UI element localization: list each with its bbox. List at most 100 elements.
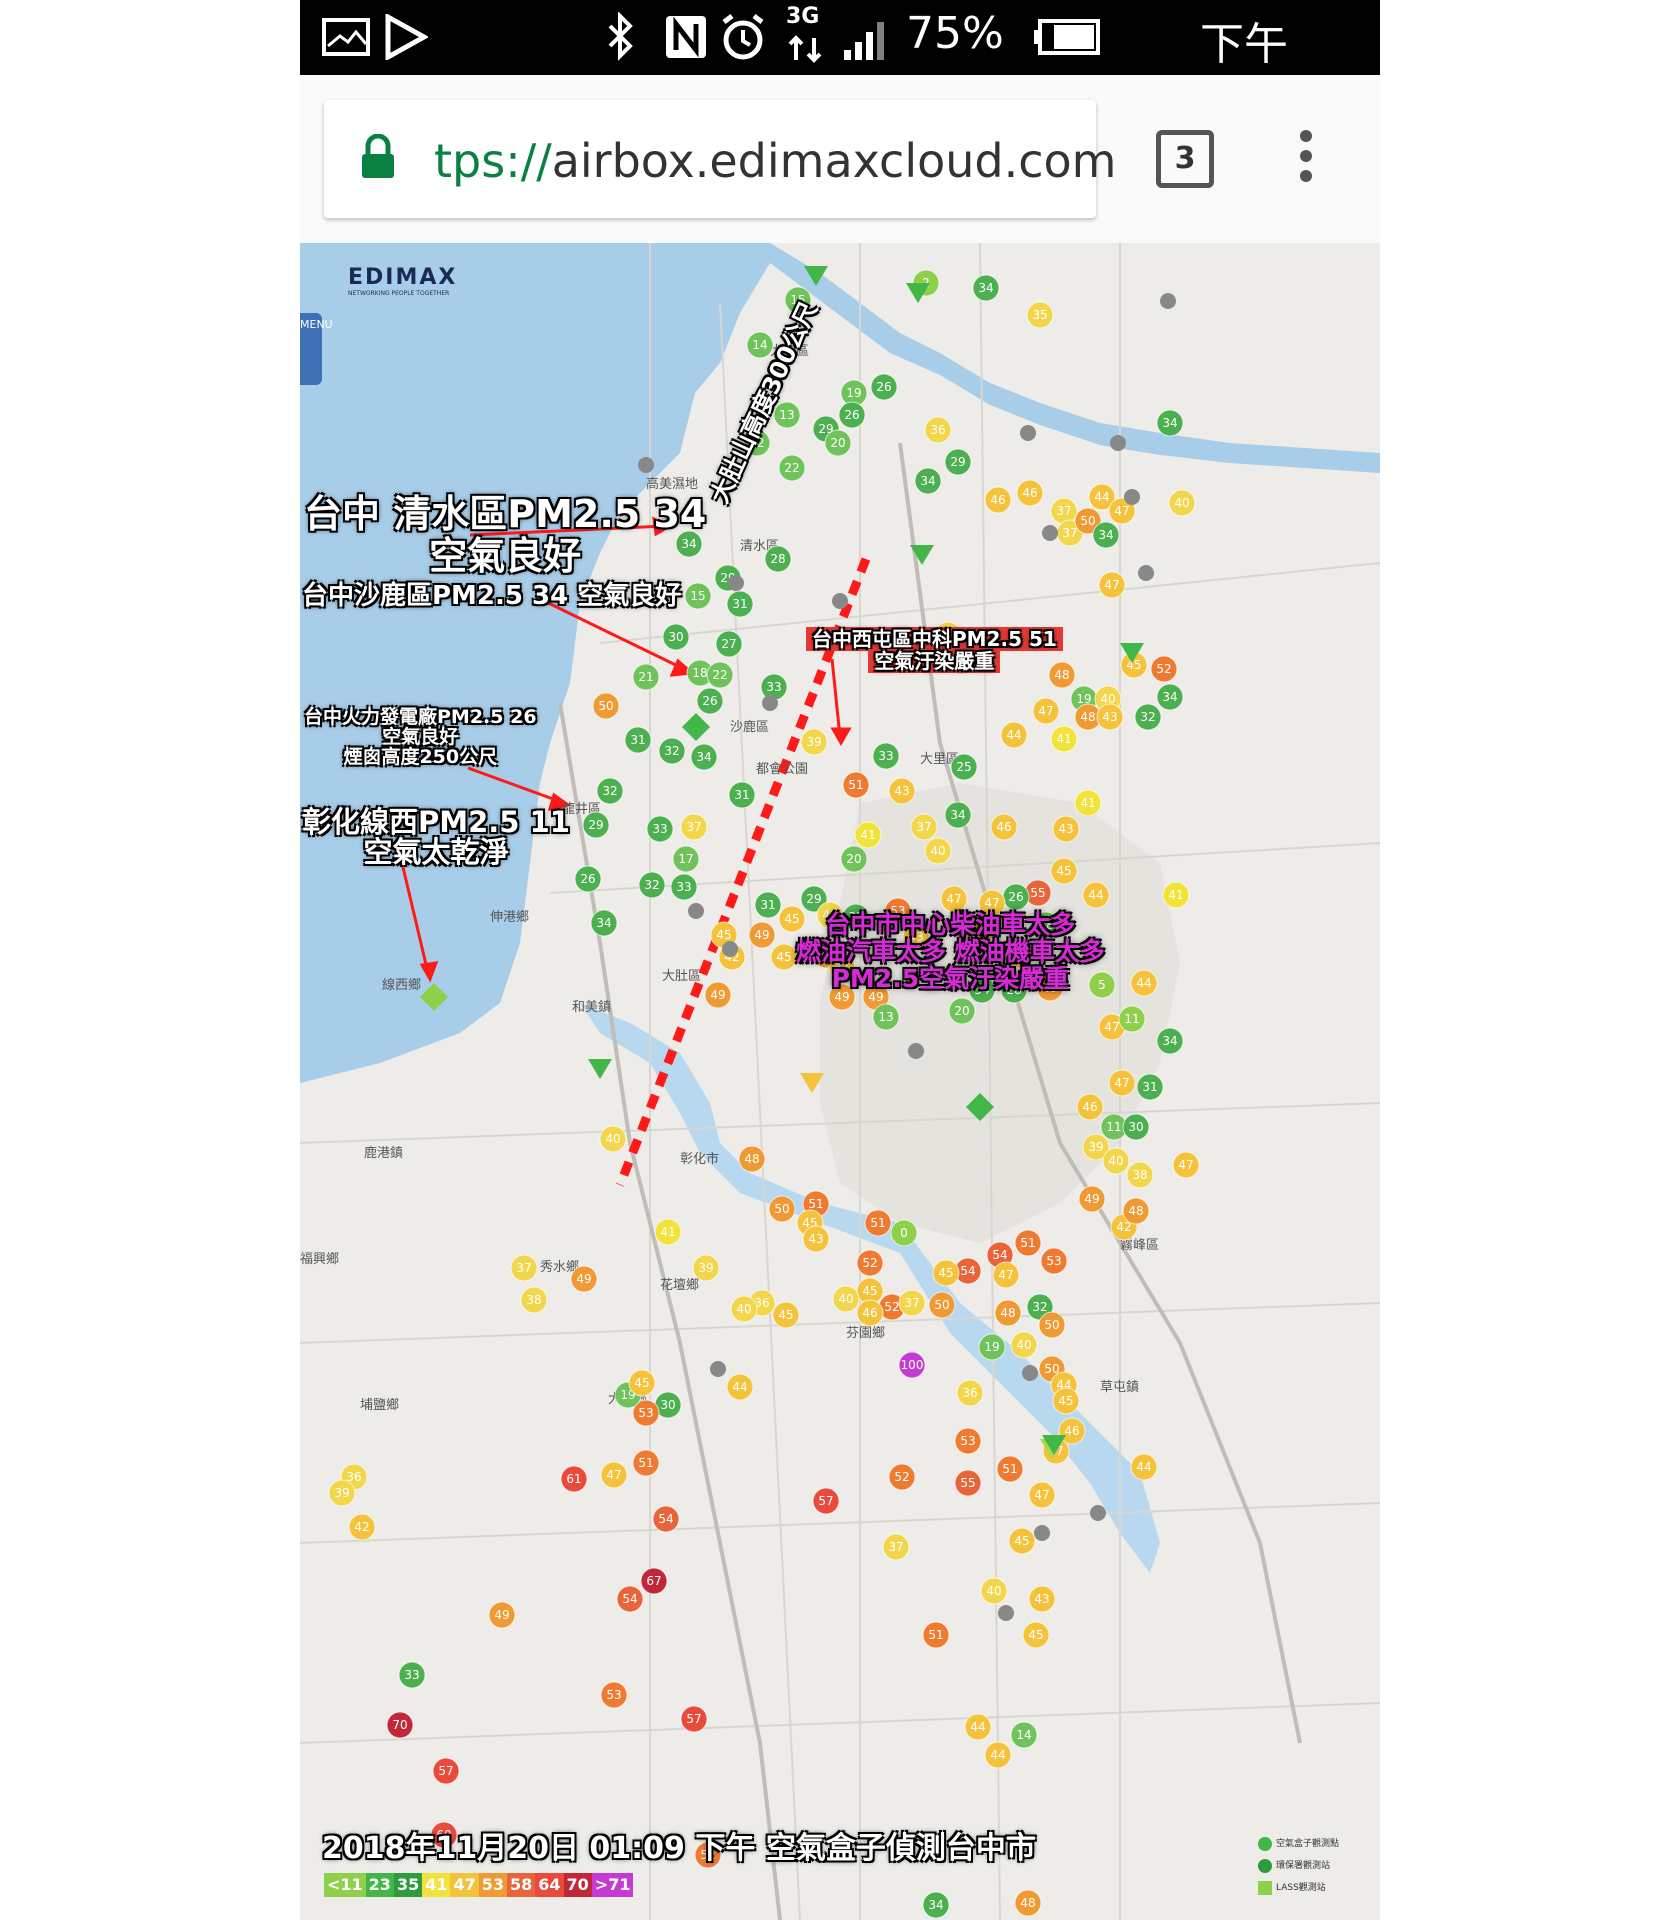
station-marker[interactable]: 44 [1000,721,1028,749]
station-marker[interactable]: 40 [980,1577,1008,1605]
station-marker[interactable]: 44 [726,1373,754,1401]
station-marker[interactable]: 40 [730,1295,758,1323]
station-marker[interactable]: 34 [972,274,1000,302]
station-marker[interactable]: 45 [932,1259,960,1287]
station-marker[interactable]: 53 [954,1427,982,1455]
station-marker[interactable]: 15 [684,582,712,610]
station-marker[interactable]: 0 [890,1219,918,1247]
station-marker[interactable]: 31 [728,781,756,809]
station-marker[interactable]: 53 [1040,1247,1068,1275]
station-marker[interactable]: 57 [812,1487,840,1515]
station-marker[interactable]: 47 [992,1261,1020,1289]
station-marker[interactable]: 45 [1008,1527,1036,1555]
station-marker[interactable]: 32 [658,737,686,765]
station-marker[interactable]: 20 [948,997,976,1025]
tab-switcher-button[interactable]: 3 [1156,130,1214,188]
station-marker[interactable]: 26 [838,401,866,429]
station-marker[interactable]: 47 [1028,1481,1056,1509]
station-marker[interactable]: 43 [1052,815,1080,843]
station-marker[interactable]: 45 [1022,1621,1050,1649]
station-marker[interactable]: 44 [984,1741,1012,1769]
station-marker[interactable]: 34 [914,467,942,495]
station-marker[interactable]: 39 [800,728,828,756]
station-marker[interactable]: 20 [840,845,868,873]
station-marker[interactable]: 29 [582,811,610,839]
station-marker[interactable]: 46 [984,486,1012,514]
station-marker[interactable]: 34 [922,1891,950,1919]
station-marker[interactable]: 49 [748,921,776,949]
station-marker[interactable]: 38 [1126,1161,1154,1189]
station-marker[interactable]: 25 [950,753,978,781]
station-marker[interactable]: 43 [1028,1585,1056,1613]
station-marker[interactable]: 46 [1076,1093,1104,1121]
station-marker[interactable]: 34 [1156,683,1184,711]
station-marker[interactable]: 48 [1014,1889,1042,1917]
station-marker[interactable]: 33 [670,873,698,901]
station-marker[interactable]: 29 [944,448,972,476]
station-marker[interactable]: 43 [1096,703,1124,731]
station-marker[interactable]: 51 [996,1455,1024,1483]
station-marker[interactable]: 52 [856,1249,884,1277]
air-quality-map[interactable]: 大安區高美濕地清水區沙鹿區龍井區伸港鄉線西鄉和美鎮鹿港鎮彰化市秀水鄉花壇鄉大村鄉… [300,243,1380,1920]
station-marker[interactable]: 34 [1156,409,1184,437]
station-marker[interactable]: 20 [824,429,852,457]
station-marker[interactable]: 11 [1118,1005,1146,1033]
station-marker[interactable]: 44 [1082,881,1110,909]
menu-tab[interactable]: MENU [300,313,333,385]
station-marker[interactable]: 40 [924,837,952,865]
station-marker[interactable]: 51 [842,771,870,799]
station-marker[interactable]: 54 [616,1585,644,1613]
station-marker[interactable]: 57 [680,1705,708,1733]
station-marker[interactable]: 31 [754,891,782,919]
station-marker[interactable]: 100 [898,1351,926,1379]
station-marker[interactable]: 39 [692,1254,720,1282]
station-marker[interactable]: 47 [1032,697,1060,725]
station-marker[interactable]: 40 [599,1125,627,1153]
station-marker[interactable]: 35 [1026,301,1054,329]
station-marker[interactable]: 48 [994,1299,1022,1327]
station-marker[interactable]: 32 [596,777,624,805]
station-marker[interactable]: 49 [704,981,732,1009]
station-marker[interactable]: 34 [590,909,618,937]
station-marker[interactable]: 61 [560,1465,588,1493]
station-marker[interactable]: 32 [1134,703,1162,731]
station-marker[interactable]: 55 [1024,879,1052,907]
station-marker[interactable]: 47 [1172,1151,1200,1179]
station-marker[interactable]: 46 [856,1299,884,1327]
edimax-logo[interactable]: EDIMAX NETWORKING PEOPLE TOGETHER [348,265,457,297]
station-marker[interactable]: 39 [328,1479,356,1507]
station-marker[interactable]: 54 [652,1505,680,1533]
station-marker[interactable]: 30 [662,623,690,651]
station-marker[interactable]: 41 [1074,789,1102,817]
station-marker[interactable]: 44 [1130,1453,1158,1481]
station-marker[interactable]: 21 [632,663,660,691]
station-marker[interactable]: 51 [632,1449,660,1477]
station-marker[interactable]: 45 [772,1301,800,1329]
station-marker[interactable]: 47 [1108,1069,1136,1097]
station-marker[interactable]: 26 [870,373,898,401]
station-marker[interactable]: 34 [690,743,718,771]
station-marker[interactable]: 45 [1052,1387,1080,1415]
station-marker[interactable]: 48 [738,1145,766,1173]
station-marker[interactable]: 44 [1130,969,1158,997]
station-marker[interactable]: 41 [1162,881,1190,909]
station-marker[interactable]: 40 [1168,489,1196,517]
station-marker[interactable]: 40 [1102,1147,1130,1175]
station-marker[interactable]: 47 [1098,571,1126,599]
station-marker[interactable]: 37 [910,813,938,841]
station-marker[interactable]: 43 [888,777,916,805]
station-marker[interactable]: 26 [574,865,602,893]
station-marker[interactable]: 22 [778,454,806,482]
station-marker[interactable]: 37 [898,1289,926,1317]
station-marker[interactable]: 51 [922,1621,950,1649]
station-marker[interactable]: 22 [706,661,734,689]
station-marker[interactable]: 28 [764,545,792,573]
station-marker[interactable]: 44 [964,1713,992,1741]
overflow-menu-icon[interactable] [1300,130,1314,190]
station-marker[interactable]: 46 [990,813,1018,841]
station-marker[interactable]: 40 [832,1285,860,1313]
station-marker[interactable]: 43 [802,1225,830,1253]
station-marker[interactable]: 26 [696,687,724,715]
station-marker[interactable]: 45 [770,943,798,971]
station-marker[interactable]: 34 [944,801,972,829]
